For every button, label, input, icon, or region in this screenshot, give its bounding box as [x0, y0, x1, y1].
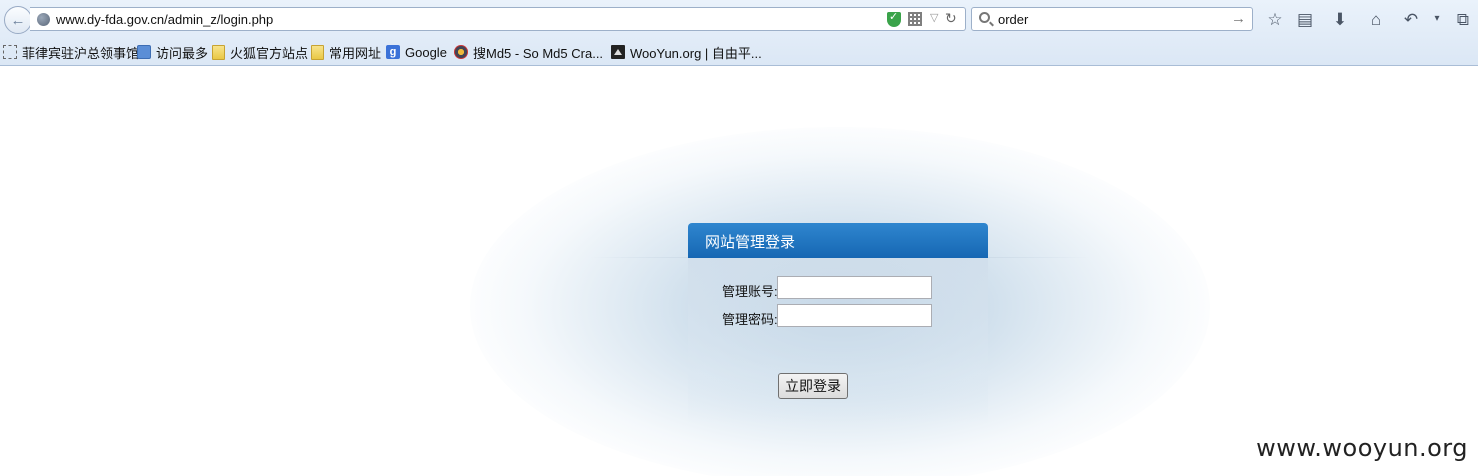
navigation-toolbar: ← www.dy-fda.gov.cn/admin_z/login.php ▽ …: [0, 0, 1478, 38]
login-form: 管理账号: 管理密码: 立即登录: [688, 258, 988, 423]
login-button[interactable]: 立即登录: [778, 373, 848, 399]
bookmark-label: 火狐官方站点: [230, 45, 309, 61]
star-icon[interactable]: ☆: [1264, 8, 1286, 30]
address-bar[interactable]: www.dy-fda.gov.cn/admin_z/login.php ▽ ↻: [30, 7, 966, 31]
bookmark-item[interactable]: WooYun.org | 自由平...: [611, 43, 762, 61]
bookmark-item[interactable]: 访问最多: [137, 43, 208, 61]
wooyun-icon: [611, 45, 625, 59]
password-label: 管理密码:: [722, 312, 778, 327]
username-input[interactable]: [777, 276, 932, 299]
home-icon[interactable]: ⌂: [1365, 8, 1387, 30]
bookmark-label: 常用网址: [329, 45, 382, 61]
login-panel: 网站管理登录 管理账号: 管理密码: 立即登录: [688, 223, 988, 423]
bookmark-label: 访问最多: [156, 45, 209, 61]
search-icon: [979, 12, 990, 23]
md5-icon: [454, 45, 468, 59]
bookmark-item[interactable]: 菲律宾驻沪总领事馆: [3, 43, 139, 61]
bookmark-folder[interactable]: 火狐官方站点: [212, 43, 308, 61]
globe-icon: [37, 13, 50, 26]
undo-icon[interactable]: ↶: [1400, 8, 1422, 30]
password-input[interactable]: [777, 304, 932, 327]
google-icon: g: [386, 45, 400, 59]
bookmark-item[interactable]: 搜Md5 - So Md5 Cra...: [454, 43, 603, 61]
page-content: 网站管理登录 管理账号: 管理密码: 立即登录 www.wooyun.org: [0, 67, 1478, 476]
browser-chrome: ← www.dy-fda.gov.cn/admin_z/login.php ▽ …: [0, 0, 1478, 66]
login-title: 网站管理登录: [688, 223, 988, 258]
search-input[interactable]: order: [998, 12, 1028, 27]
search-bar[interactable]: order →: [971, 7, 1253, 31]
bookmarks-toolbar: 菲律宾驻沪总领事馆 访问最多 火狐官方站点 常用网址 g Google 搜Md5…: [0, 40, 1478, 64]
bookmark-label: 搜Md5 - So Md5 Cra...: [473, 45, 604, 61]
watermark: www.wooyun.org: [1256, 434, 1468, 462]
bookmark-item[interactable]: g Google: [386, 43, 447, 61]
back-arrow-icon: ←: [10, 11, 26, 29]
bookmark-label: 菲律宾驻沪总领事馆: [22, 45, 140, 61]
folder-icon: [311, 44, 324, 60]
download-icon[interactable]: ⬇: [1329, 8, 1351, 30]
reload-icon[interactable]: ↻: [945, 10, 957, 27]
reading-list-icon[interactable]: ▤: [1294, 8, 1316, 30]
bookmark-label: Google: [405, 44, 447, 60]
history-dropdown-icon[interactable]: ▽: [930, 11, 938, 24]
page-icon: [137, 45, 151, 59]
search-go-icon[interactable]: →: [1231, 10, 1246, 27]
menu-dropdown-icon[interactable]: ▾: [1426, 8, 1448, 30]
dotted-square-icon: [3, 45, 17, 59]
bookmark-label: WooYun.org | 自由平...: [630, 45, 762, 61]
bookmark-folder[interactable]: 常用网址: [311, 43, 381, 61]
folder-icon: [212, 44, 225, 60]
back-button[interactable]: ←: [4, 6, 32, 34]
screenshot-icon[interactable]: ⧉: [1452, 8, 1474, 30]
qr-code-icon[interactable]: [908, 12, 922, 26]
url-text[interactable]: www.dy-fda.gov.cn/admin_z/login.php: [56, 12, 273, 27]
shield-icon[interactable]: [887, 10, 901, 27]
username-label: 管理账号:: [722, 284, 778, 299]
